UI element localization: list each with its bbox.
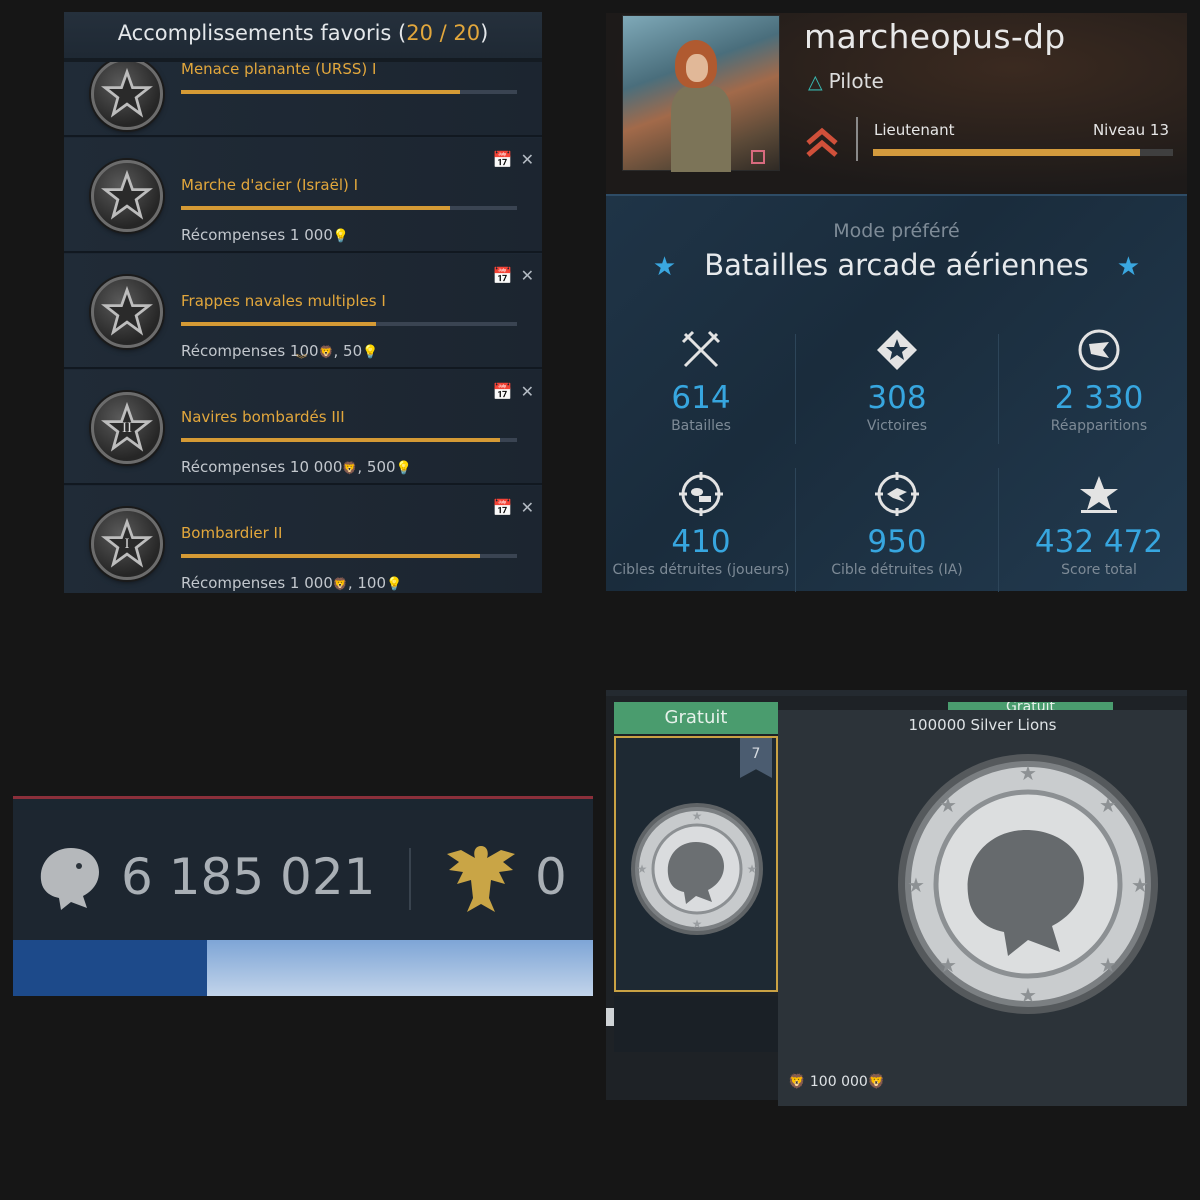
calendar-icon[interactable]: 📅: [493, 498, 513, 517]
close-icon[interactable]: ✕: [521, 382, 534, 401]
achievement-medal-icon: II: [91, 392, 163, 464]
avatar[interactable]: [622, 15, 780, 172]
silver-lions-amount: 6 185 021: [121, 848, 376, 906]
achievement-progress-bar: [181, 554, 517, 558]
scrollbar-handle[interactable]: [606, 1008, 614, 1026]
level-progress-bar: [873, 149, 1173, 156]
star-icon: ★: [1116, 252, 1141, 282]
achievement-item[interactable]: 📅 ✕ Frappes navales multiples I Récompens…: [64, 254, 542, 369]
flag-circle-icon: [1078, 329, 1120, 371]
triangle-button-icon: △: [808, 71, 823, 93]
achievement-title: Frappes navales multiples I: [181, 292, 386, 310]
achievement-title: Bombardier II: [181, 524, 283, 542]
svg-text:★: ★: [1019, 983, 1037, 1007]
target-players-icon: [679, 472, 723, 516]
svg-text:★: ★: [939, 953, 957, 977]
research-points-icon: 💡: [332, 229, 350, 244]
silver-lion-icon: [40, 848, 99, 910]
svg-text:★: ★: [692, 809, 703, 823]
stat-targets-players: 410 Cibles détruites (joueurs): [606, 472, 796, 578]
reward-detail: 100000 Silver Lions ★ ★ ★ ★ ★ ★ ★ ★ 🦁 100 000🦁: [778, 710, 1187, 1106]
achievement-reward: Récompenses 1 000💡: [181, 226, 350, 244]
stat-total-score: 432 472 Score total: [1004, 472, 1194, 578]
player-title: △ Pilote: [808, 69, 884, 93]
square-button-icon: [751, 150, 765, 164]
crossed-swords-icon: [681, 330, 721, 368]
svg-text:★: ★: [939, 793, 957, 817]
achievement-progress-bar: [181, 90, 517, 94]
preferred-mode-label: Mode préféré: [833, 220, 960, 242]
silver-lion-icon: 🦁: [867, 1074, 886, 1090]
achievement-reward: Récompenses 100🦁, 50💡: [181, 342, 379, 360]
victory-star-icon: [877, 330, 917, 370]
achievements-header: Accomplissements favoris (20 / 20): [64, 12, 542, 62]
achievement-progress-bar: [181, 438, 517, 442]
star-icon: ★: [652, 252, 677, 282]
golden-eagles-amount: 0: [535, 848, 567, 906]
achievement-medal-icon: [91, 160, 163, 232]
reward-card-selected[interactable]: 7 ★ ★ ★ ★: [614, 736, 778, 992]
achievement-item[interactable]: 📅 ✕ Marche d'acier (Israël) I Récompenses…: [64, 138, 542, 253]
silver-lion-icon: 🦁: [342, 461, 358, 475]
stats-panel: Mode préféré ★ Batailles arcade aériennes…: [606, 194, 1187, 592]
rank-label: Lieutenant: [874, 121, 955, 139]
research-points-icon: 💡: [386, 577, 403, 592]
stat-respawns: 2 330 Réapparitions: [1004, 328, 1194, 434]
level-label: Niveau 13: [1092, 121, 1169, 139]
achievement-progress-bar: [181, 206, 517, 210]
achievement-reward: Récompenses 10 000🦁, 500💡: [181, 458, 412, 476]
close-icon[interactable]: ✕: [521, 150, 534, 169]
achievement-medal-icon: [91, 58, 163, 130]
achievement-progress-bar: [181, 322, 517, 326]
svg-text:★: ★: [637, 862, 648, 876]
achievement-item[interactable]: I 📅 ✕ Bombardier II Récompenses 1 000🦁, 1…: [64, 486, 542, 593]
player-name: marcheopus-dp: [804, 17, 1066, 56]
calendar-icon[interactable]: 📅: [493, 150, 513, 169]
chevron-down-icon[interactable]: ︾: [296, 354, 307, 365]
svg-text:★: ★: [1131, 873, 1149, 897]
research-points-icon: 💡: [395, 461, 412, 476]
close-icon[interactable]: ✕: [521, 498, 534, 517]
player-profile-card: marcheopus-dp △ Pilote Lieutenant Niveau …: [606, 13, 1187, 194]
stat-targets-ai: 950 Cible détruites (IA): [802, 472, 992, 578]
achievement-medal-icon: I: [91, 508, 163, 580]
achievement-medal-icon: [91, 276, 163, 348]
stars-icon: [1080, 476, 1118, 513]
stat-battles: 614 Batailles: [606, 328, 796, 434]
achievement-title: Menace planante (URSS) I: [181, 60, 377, 78]
achievement-title: Marche d'acier (Israël) I: [181, 176, 359, 194]
stat-victories: 308 Victoires: [802, 328, 992, 434]
svg-text:★: ★: [692, 917, 703, 931]
silver-lions-coin-icon: ★ ★ ★ ★ ★ ★ ★ ★: [898, 754, 1158, 1014]
achievements-header-label: Accomplissements favoris (: [117, 21, 407, 45]
achievement-title: Navires bombardés III: [181, 408, 345, 426]
reward-title: 100000 Silver Lions: [908, 716, 1057, 734]
svg-text:★: ★: [907, 873, 925, 897]
svg-text:★: ★: [1099, 793, 1117, 817]
free-tab[interactable]: Gratuit: [614, 702, 778, 734]
preferred-mode: ★ Batailles arcade aériennes ★: [652, 248, 1141, 282]
achievement-reward: Récompenses 1 000🦁, 100💡: [181, 574, 403, 592]
close-icon[interactable]: ✕: [521, 266, 534, 285]
rank-chevron-icon: [806, 127, 838, 157]
silver-lions-coin-icon: ★ ★ ★ ★: [631, 803, 763, 935]
svg-text:★: ★: [1019, 761, 1037, 785]
golden-eagle-icon: [447, 846, 515, 912]
favorite-achievements-panel: Accomplissements favoris (20 / 20) Menac…: [64, 12, 542, 593]
calendar-icon[interactable]: 📅: [493, 382, 513, 401]
target-ai-icon: [875, 472, 919, 516]
silver-lion-icon: 🦁: [332, 577, 348, 591]
silver-lion-icon: 🦁: [318, 345, 334, 359]
research-points-icon: 💡: [362, 345, 379, 360]
calendar-icon[interactable]: 📅: [493, 266, 513, 285]
svg-text:★: ★: [747, 862, 758, 876]
svg-text:★: ★: [1099, 953, 1117, 977]
ribbon-badge: 7: [740, 738, 772, 778]
reward-panel: Gratuit Gratuit 7 ★ ★ ★ ★ 100000 Silver Lio…: [606, 690, 1187, 1106]
achievement-item[interactable]: II 📅 ✕ Navires bombardés III Récompenses …: [64, 370, 542, 485]
silver-lion-icon: 🦁: [788, 1074, 806, 1090]
achievements-count: 20 / 20: [406, 21, 481, 45]
reward-price: 🦁 100 000🦁: [788, 1074, 886, 1090]
currency-bar: 6 185 021 0: [13, 796, 593, 996]
